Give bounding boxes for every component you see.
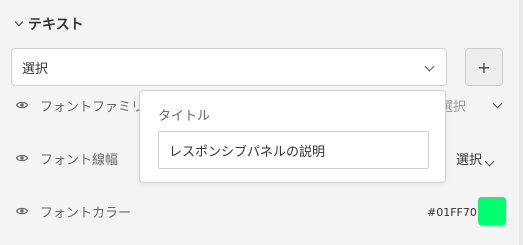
font-color-row: フォントカラー	[16, 200, 131, 222]
font-weight-row: フォント線幅	[16, 147, 118, 169]
chevron-down-icon	[492, 98, 503, 109]
title-popover: タイトル	[139, 90, 446, 183]
popover-title: タイトル	[158, 109, 211, 124]
section-title: テキスト	[28, 17, 84, 33]
main-select-value: 選択	[22, 61, 49, 77]
eye-icon[interactable]	[16, 152, 28, 164]
eye-icon[interactable]	[16, 205, 28, 217]
section-header-text[interactable]: テキスト	[14, 14, 84, 34]
font-family-label: フォントファミリ	[40, 99, 145, 115]
font-color-label: フォントカラー	[40, 205, 132, 221]
add-button[interactable]: +	[465, 48, 503, 86]
font-color-hex: #01FF70	[427, 206, 477, 219]
text-settings-panel: テキスト 選択 + フォントファミリ 選択 フォント線幅 選択 フォントカラー …	[0, 0, 523, 245]
chevron-down-icon	[484, 156, 495, 167]
chevron-down-icon	[424, 61, 435, 72]
font-family-select[interactable]: 選択	[440, 96, 503, 115]
popover-title-input[interactable]	[158, 131, 429, 169]
font-weight-select[interactable]: 選択	[456, 149, 495, 168]
font-family-row: フォントファミリ	[16, 94, 144, 116]
font-color-swatch[interactable]	[478, 197, 506, 225]
chevron-down-icon	[14, 17, 24, 27]
main-select[interactable]: 選択	[11, 48, 447, 86]
eye-icon[interactable]	[16, 99, 28, 111]
font-weight-select-value: 選択	[456, 153, 483, 168]
font-weight-label: フォント線幅	[40, 152, 119, 168]
